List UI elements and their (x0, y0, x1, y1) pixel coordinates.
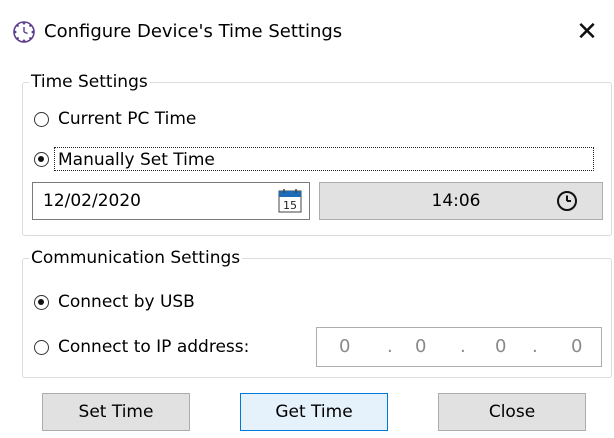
radio-button[interactable] (34, 111, 49, 127)
radio-button[interactable] (34, 339, 49, 355)
ip-octet-4[interactable]: 0 (571, 337, 582, 357)
radio-connect-ip[interactable]: Connect to IP address: (34, 334, 249, 360)
date-value: 12/02/2020 (43, 191, 141, 211)
communication-settings-legend: Communication Settings (31, 248, 241, 268)
ip-separator: . (532, 336, 538, 357)
close-button[interactable]: Close (438, 393, 586, 431)
clock-settings-icon (13, 21, 35, 43)
clock-icon (557, 191, 577, 211)
radio-label: Current PC Time (58, 109, 197, 129)
ip-separator: . (460, 336, 466, 357)
radio-connect-usb[interactable]: Connect by USB (34, 289, 195, 315)
title-bar: Configure Device's Time Settings ✕ (0, 0, 614, 56)
ip-octet-1[interactable]: 0 (339, 337, 350, 357)
ip-octet-2[interactable]: 0 (415, 337, 426, 357)
radio-manually-set-time[interactable]: Manually Set Time (34, 146, 594, 172)
ip-address-input[interactable]: 0 . 0 . 0 . 0 (316, 327, 602, 367)
get-time-button[interactable]: Get Time (240, 393, 388, 431)
calendar-icon[interactable]: 15 (277, 188, 303, 214)
time-settings-legend: Time Settings (31, 72, 148, 92)
time-value: 14:06 (431, 191, 481, 211)
radio-button[interactable] (34, 294, 49, 310)
ip-octet-3[interactable]: 0 (495, 337, 506, 357)
calendar-day-number: 15 (283, 199, 297, 212)
radio-label: Connect to IP address: (58, 337, 250, 357)
date-picker[interactable]: 12/02/2020 15 (32, 182, 310, 220)
time-picker-button[interactable]: 14:06 (319, 182, 603, 220)
radio-label: Connect by USB (58, 292, 195, 312)
window-title: Configure Device's Time Settings (44, 21, 343, 42)
ip-separator: . (387, 336, 393, 357)
dialog-window: Configure Device's Time Settings ✕ Time … (0, 0, 614, 438)
radio-current-pc-time[interactable]: Current PC Time (34, 106, 196, 132)
close-window-button[interactable]: ✕ (572, 18, 602, 46)
set-time-button[interactable]: Set Time (42, 393, 190, 431)
radio-label: Manually Set Time (54, 147, 594, 171)
radio-button[interactable] (34, 151, 49, 167)
